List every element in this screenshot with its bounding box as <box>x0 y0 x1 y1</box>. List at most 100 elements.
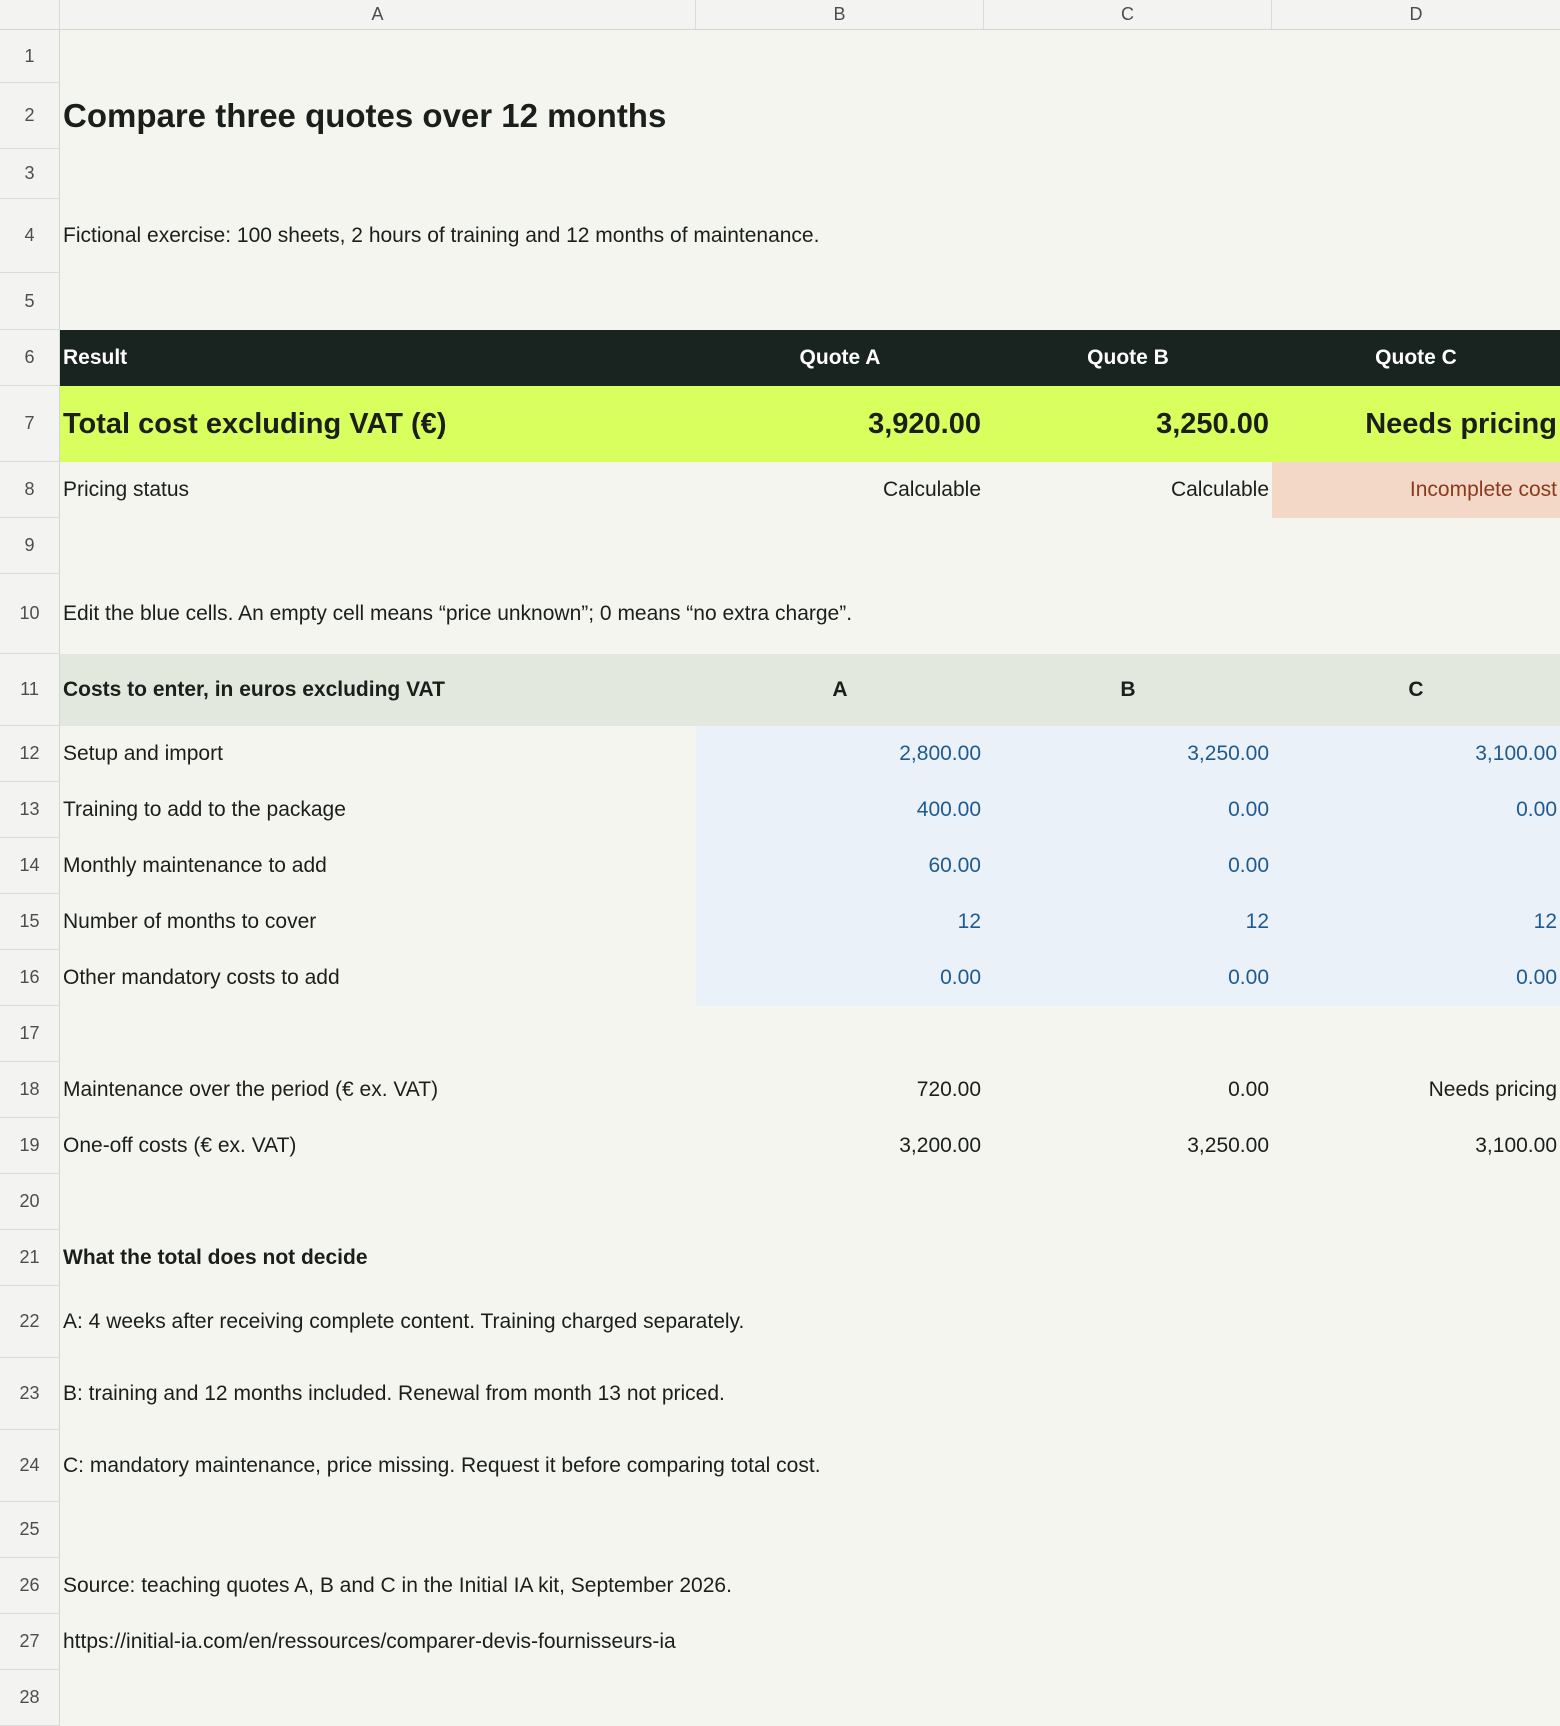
computed-cell-c[interactable]: 3,100.00 <box>1272 1118 1560 1174</box>
quote-a-header[interactable]: Quote A <box>696 330 984 386</box>
total-cost-c[interactable]: Needs pricing <box>1272 386 1560 462</box>
computed-label[interactable]: Maintenance over the period (€ ex. VAT) <box>60 1062 696 1118</box>
notes-heading[interactable]: What the total does not decide <box>60 1230 696 1286</box>
cost-header-label[interactable]: Costs to enter, in euros excluding VAT <box>60 654 696 726</box>
input-cell-a[interactable]: 400.00 <box>696 782 984 838</box>
note-row: C: mandatory maintenance, price missing.… <box>60 1430 1560 1502</box>
quote-c-header[interactable]: Quote C <box>1272 330 1560 386</box>
input-label[interactable]: Setup and import <box>60 726 696 782</box>
computed-cell-b[interactable]: 3,250.00 <box>984 1118 1272 1174</box>
cost-header-a[interactable]: A <box>696 654 984 726</box>
row-header[interactable]: 5 <box>0 273 60 330</box>
computed-cell-a[interactable]: 3,200.00 <box>696 1118 984 1174</box>
row-header[interactable]: 10 <box>0 574 60 654</box>
pricing-status-c-warning[interactable]: Incomplete cost <box>1272 462 1560 518</box>
input-row-months: Number of months to cover 12 12 12 <box>60 894 1560 950</box>
row-header[interactable]: 9 <box>0 518 60 574</box>
input-row-training: Training to add to the package 400.00 0.… <box>60 782 1560 838</box>
note-text[interactable]: A: 4 weeks after receiving complete cont… <box>60 1286 1360 1358</box>
row-header[interactable]: 2 <box>0 83 60 149</box>
row-header[interactable]: 3 <box>0 149 60 199</box>
column-header-c[interactable]: C <box>984 0 1272 30</box>
row-header[interactable]: 20 <box>0 1174 60 1230</box>
row-header[interactable]: 21 <box>0 1230 60 1286</box>
intro-row: Fictional exercise: 100 sheets, 2 hours … <box>60 199 1560 273</box>
column-header-b[interactable]: B <box>696 0 984 30</box>
source-url[interactable]: https://initial-ia.com/en/ressources/com… <box>60 1614 1360 1670</box>
input-cell-b[interactable]: 12 <box>984 894 1272 950</box>
total-cost-row: Total cost excluding VAT (€) 3,920.00 3,… <box>60 386 1560 462</box>
input-cell-c[interactable]: 12 <box>1272 894 1560 950</box>
input-cell-a[interactable]: 2,800.00 <box>696 726 984 782</box>
row-header[interactable]: 13 <box>0 782 60 838</box>
source-text[interactable]: Source: teaching quotes A, B and C in th… <box>60 1558 1360 1614</box>
total-cost-b[interactable]: 3,250.00 <box>984 386 1272 462</box>
row-header[interactable]: 27 <box>0 1614 60 1670</box>
input-cell-c[interactable]: 0.00 <box>1272 950 1560 1006</box>
input-label[interactable]: Number of months to cover <box>60 894 696 950</box>
input-label[interactable]: Other mandatory costs to add <box>60 950 696 1006</box>
computed-cell-b[interactable]: 0.00 <box>984 1062 1272 1118</box>
row-header[interactable]: 14 <box>0 838 60 894</box>
computed-cell-a[interactable]: 720.00 <box>696 1062 984 1118</box>
input-cell-a[interactable]: 0.00 <box>696 950 984 1006</box>
input-cell-c[interactable]: 0.00 <box>1272 782 1560 838</box>
row-header[interactable]: 24 <box>0 1430 60 1502</box>
intro-text[interactable]: Fictional exercise: 100 sheets, 2 hours … <box>60 199 1260 273</box>
pricing-status-label[interactable]: Pricing status <box>60 462 696 518</box>
url-row: https://initial-ia.com/en/ressources/com… <box>60 1614 1560 1670</box>
row-header[interactable]: 16 <box>0 950 60 1006</box>
input-cell-c-empty[interactable] <box>1272 838 1560 894</box>
row-header[interactable]: 8 <box>0 462 60 518</box>
row-header[interactable]: 12 <box>0 726 60 782</box>
computed-row-maintenance: Maintenance over the period (€ ex. VAT) … <box>60 1062 1560 1118</box>
input-cell-a[interactable]: 12 <box>696 894 984 950</box>
result-header-label[interactable]: Result <box>60 330 696 386</box>
cost-header-b[interactable]: B <box>984 654 1272 726</box>
column-header-a[interactable]: A <box>60 0 696 30</box>
row-header[interactable]: 15 <box>0 894 60 950</box>
note-row: B: training and 12 months included. Rene… <box>60 1358 1560 1430</box>
computed-label[interactable]: One-off costs (€ ex. VAT) <box>60 1118 696 1174</box>
row-header[interactable]: 22 <box>0 1286 60 1358</box>
total-cost-label[interactable]: Total cost excluding VAT (€) <box>60 386 696 462</box>
input-label[interactable]: Training to add to the package <box>60 782 696 838</box>
input-label[interactable]: Monthly maintenance to add <box>60 838 696 894</box>
input-cell-b[interactable]: 3,250.00 <box>984 726 1272 782</box>
input-row-monthly-maintenance: Monthly maintenance to add 60.00 0.00 <box>60 838 1560 894</box>
row-header[interactable]: 28 <box>0 1670 60 1726</box>
title-row: Compare three quotes over 12 months <box>60 83 1560 149</box>
row-header[interactable]: 25 <box>0 1502 60 1558</box>
select-all-corner[interactable] <box>0 0 60 30</box>
instructions-row: Edit the blue cells. An empty cell means… <box>60 574 1560 654</box>
sheet-title[interactable]: Compare three quotes over 12 months <box>60 83 1060 149</box>
row-header[interactable]: 18 <box>0 1062 60 1118</box>
pricing-status-b[interactable]: Calculable <box>984 462 1272 518</box>
row-header[interactable]: 17 <box>0 1006 60 1062</box>
input-cell-c[interactable]: 3,100.00 <box>1272 726 1560 782</box>
input-row-setup: Setup and import 2,800.00 3,250.00 3,100… <box>60 726 1560 782</box>
note-text[interactable]: C: mandatory maintenance, price missing.… <box>60 1430 1360 1502</box>
pricing-status-a[interactable]: Calculable <box>696 462 984 518</box>
row-header[interactable]: 7 <box>0 386 60 462</box>
row-header[interactable]: 23 <box>0 1358 60 1430</box>
row-header[interactable]: 6 <box>0 330 60 386</box>
row-header[interactable]: 4 <box>0 199 60 273</box>
input-cell-a[interactable]: 60.00 <box>696 838 984 894</box>
column-header-d[interactable]: D <box>1272 0 1560 30</box>
row-header[interactable]: 11 <box>0 654 60 726</box>
input-cell-b[interactable]: 0.00 <box>984 950 1272 1006</box>
input-cell-b[interactable]: 0.00 <box>984 838 1272 894</box>
row-header[interactable]: 1 <box>0 30 60 83</box>
total-cost-a[interactable]: 3,920.00 <box>696 386 984 462</box>
computed-cell-c[interactable]: Needs pricing <box>1272 1062 1560 1118</box>
row-header[interactable]: 19 <box>0 1118 60 1174</box>
row-header[interactable]: 26 <box>0 1558 60 1614</box>
pricing-status-row: Pricing status Calculable Calculable Inc… <box>60 462 1560 518</box>
input-cell-b[interactable]: 0.00 <box>984 782 1272 838</box>
instructions-text[interactable]: Edit the blue cells. An empty cell means… <box>60 574 1360 654</box>
quote-b-header[interactable]: Quote B <box>984 330 1272 386</box>
source-row: Source: teaching quotes A, B and C in th… <box>60 1558 1560 1614</box>
note-text[interactable]: B: training and 12 months included. Rene… <box>60 1358 1360 1430</box>
cost-header-c[interactable]: C <box>1272 654 1560 726</box>
